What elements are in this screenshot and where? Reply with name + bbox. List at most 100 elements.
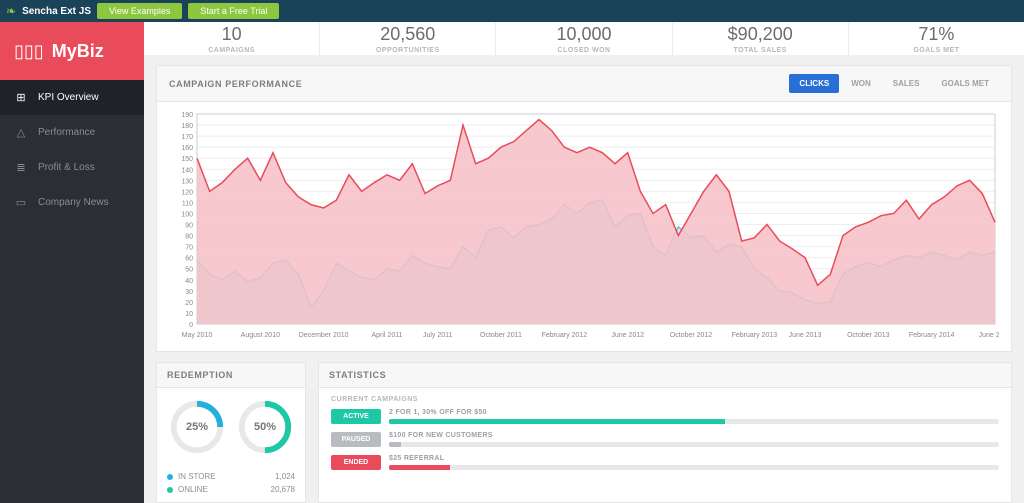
kpi-total-sales: $90,200 TOTAL SALES: [673, 22, 849, 55]
campaign-label: $100 FOR NEW CUSTOMERS: [389, 432, 999, 439]
kpi-label: OPPORTUNITIES: [376, 47, 440, 54]
product-name: Sencha Ext JS: [22, 6, 91, 17]
kpi-value: 10,000: [556, 24, 611, 45]
svg-text:June 2014: June 2014: [979, 332, 999, 339]
kpi-goals-met: 71%GOALS MET: [849, 22, 1024, 55]
svg-text:February 2013: February 2013: [732, 332, 778, 339]
campaign-label: $25 REFERRAL: [389, 455, 999, 462]
tab-won[interactable]: WON: [841, 74, 881, 93]
kpi-value: 20,560: [380, 24, 435, 45]
svg-text:May 2010: May 2010: [182, 332, 213, 339]
svg-text:30: 30: [185, 289, 193, 296]
svg-text:60: 60: [185, 256, 193, 263]
svg-text:February 2012: February 2012: [542, 332, 588, 339]
svg-text:170: 170: [181, 134, 193, 141]
svg-text:120: 120: [181, 189, 193, 196]
tab-clicks[interactable]: CLICKS: [789, 74, 839, 93]
chart-area: 0102030405060708090100110120130140150160…: [157, 102, 1011, 351]
status-badge: PAUSED: [331, 432, 381, 447]
progress-bar: [389, 465, 999, 470]
nav-label: Company News: [38, 197, 109, 208]
performance-chart: 0102030405060708090100110120130140150160…: [169, 110, 999, 340]
kpi-label: CAMPAIGNS: [208, 47, 255, 54]
svg-text:December 2010: December 2010: [299, 332, 349, 339]
legend-row: ONLINE20,678: [167, 485, 295, 494]
svg-text:October 2012: October 2012: [670, 332, 713, 339]
start-trial-button[interactable]: Start a Free Trial: [188, 3, 279, 19]
svg-text:August 2010: August 2010: [241, 332, 280, 339]
topbar: ❧ Sencha Ext JS View Examples Start a Fr…: [0, 0, 1024, 22]
sidebar: ▯▯▯ MyBiz ⊞ KPI Overview △ Performance ≣ Prof…: [0, 22, 144, 503]
svg-text:10: 10: [185, 311, 193, 318]
kpi-value: 10: [222, 24, 242, 45]
svg-text:130: 130: [181, 178, 193, 185]
svg-text:40: 40: [185, 278, 193, 285]
kpi-value: $90,200: [728, 24, 793, 45]
brand-bar-icon: ▯▯▯: [14, 41, 44, 62]
redemption-legend: IN STORE1,024 ONLINE20,678: [157, 462, 305, 502]
view-examples-button[interactable]: View Examples: [97, 3, 182, 19]
sidebar-item-company-news[interactable]: ▭ Company News: [0, 185, 144, 220]
status-badge: ENDED: [331, 455, 381, 470]
nav-label: Profit & Loss: [38, 162, 95, 173]
svg-text:160: 160: [181, 145, 193, 152]
legend-row: IN STORE1,024: [167, 472, 295, 481]
donut-50: 50%: [236, 398, 294, 456]
brand: ▯▯▯ MyBiz: [0, 22, 144, 80]
statistics-card: STATISTICS CURRENT CAMPAIGNS ACTIVE 2 FOR…: [318, 362, 1012, 503]
kpi-opportunities: 20,560 OPPORTUNITIES: [320, 22, 496, 55]
svg-text:20: 20: [185, 300, 193, 307]
svg-text:July 2011: July 2011: [423, 332, 453, 339]
sidebar-item-kpi-overview[interactable]: ⊞ KPI Overview: [0, 80, 144, 115]
svg-text:October 2011: October 2011: [480, 332, 522, 339]
campaign-list: ACTIVE 2 FOR 1, 30% OFF FOR $50 PAUSED $100…: [331, 409, 999, 470]
campaign-row: ACTIVE 2 FOR 1, 30% OFF FOR $50: [331, 409, 999, 424]
nav-icon: ▭: [14, 196, 28, 209]
redemption-title: REDEMPTION: [157, 363, 305, 388]
progress-bar: [389, 442, 999, 447]
status-badge: ACTIVE: [331, 409, 381, 424]
svg-text:140: 140: [181, 167, 193, 174]
kpi-label: GOALS MET: [913, 47, 959, 54]
kpi-campaigns: 10 CAMPAIGNS: [144, 22, 320, 55]
svg-text:180: 180: [181, 123, 193, 130]
campaign-label: 2 FOR 1, 30% OFF FOR $50: [389, 409, 999, 416]
svg-text:April 2011: April 2011: [371, 332, 402, 339]
svg-text:February 2014: February 2014: [909, 332, 955, 339]
performance-panel: CAMPAIGN PERFORMANCE CLICKSWONSALESGOALS…: [156, 65, 1012, 352]
tab-sales[interactable]: SALES: [883, 74, 930, 93]
performance-title: CAMPAIGN PERFORMANCE: [169, 79, 302, 89]
sidebar-item-performance[interactable]: △ Performance: [0, 115, 144, 150]
progress-bar: [389, 419, 999, 424]
chart-tabs: CLICKSWONSALESGOALS MET: [789, 74, 999, 93]
kpi-closed-won: 10,000 CLOSED WON: [496, 22, 672, 55]
campaign-row: PAUSED $100 FOR NEW CUSTOMERS: [331, 432, 999, 447]
brand-text: MyBiz: [52, 41, 104, 62]
nav-icon: ≣: [14, 161, 28, 174]
redemption-card: REDEMPTION 25%50% IN STORE1,024 ONLINE20,…: [156, 362, 306, 503]
donut-25: 25%: [168, 398, 226, 456]
kpi-label: CLOSED WON: [557, 47, 610, 54]
nav-label: KPI Overview: [38, 92, 99, 103]
donuts: 25%50%: [157, 388, 305, 462]
statistics-title: STATISTICS: [319, 363, 1011, 388]
nav-icon: ⊞: [14, 91, 28, 104]
nav: ⊞ KPI Overview △ Performance ≣ Profit & Loss ▭…: [0, 80, 144, 220]
svg-text:50: 50: [185, 267, 193, 274]
svg-text:70: 70: [185, 245, 193, 252]
svg-text:150: 150: [181, 156, 193, 163]
svg-text:110: 110: [182, 200, 193, 207]
svg-text:0: 0: [189, 322, 193, 329]
sencha-leaf-icon: ❧: [6, 4, 16, 18]
svg-text:90: 90: [185, 223, 193, 230]
nav-icon: △: [14, 126, 28, 139]
kpi-row: 10 CAMPAIGNS 20,560 OPPORTUNITIES 10,000 CLOS…: [144, 22, 1024, 55]
campaign-row: ENDED $25 REFERRAL: [331, 455, 999, 470]
sidebar-item-profit-loss[interactable]: ≣ Profit & Loss: [0, 150, 144, 185]
kpi-label: TOTAL SALES: [734, 47, 787, 54]
content: 10 CAMPAIGNS 20,560 OPPORTUNITIES 10,000 CLOS…: [144, 22, 1024, 503]
nav-label: Performance: [38, 127, 95, 138]
svg-text:June 2013: June 2013: [789, 332, 822, 339]
statistics-subtitle: CURRENT CAMPAIGNS: [331, 396, 999, 403]
tab-goals-met[interactable]: GOALS MET: [931, 74, 999, 93]
